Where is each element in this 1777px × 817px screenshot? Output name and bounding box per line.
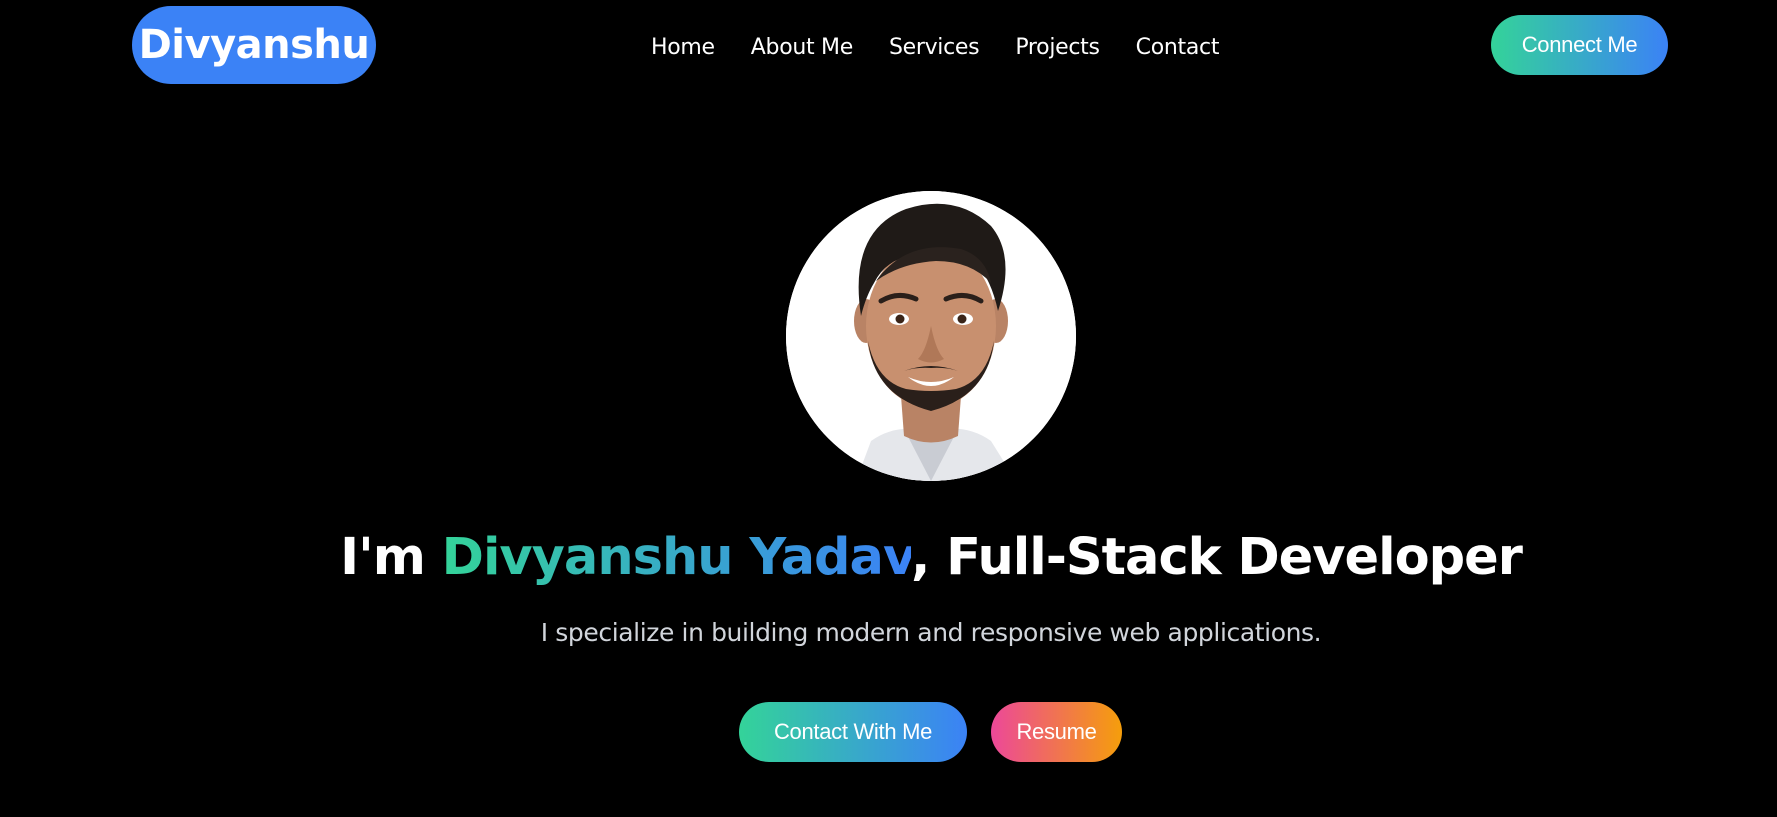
- profile-photo: [786, 191, 1076, 481]
- contact-with-me-button[interactable]: Contact With Me: [739, 702, 967, 762]
- hero-subtitle: I specialize in building modern and resp…: [540, 618, 1322, 647]
- hero-headline: I'm Divyanshu Yadav, Full-Stack Develope…: [0, 528, 1777, 587]
- nav-link-services[interactable]: Services: [889, 35, 980, 60]
- nav-link-home[interactable]: Home: [651, 35, 715, 60]
- nav-link-contact[interactable]: Contact: [1136, 35, 1220, 60]
- headline-suffix: , Full-Stack Developer: [911, 528, 1523, 587]
- nav-link-projects[interactable]: Projects: [1015, 35, 1100, 60]
- connect-me-button[interactable]: Connect Me: [1491, 15, 1668, 75]
- logo[interactable]: Divyanshu: [132, 6, 376, 84]
- main-nav: Home About Me Services Projects Contact: [651, 30, 1219, 64]
- headline-name: Divyanshu Yadav: [441, 528, 912, 587]
- headline-prefix: I'm: [340, 528, 442, 587]
- nav-link-about[interactable]: About Me: [751, 35, 853, 60]
- profile-photo-icon: [786, 191, 1076, 481]
- resume-button[interactable]: Resume: [991, 702, 1122, 762]
